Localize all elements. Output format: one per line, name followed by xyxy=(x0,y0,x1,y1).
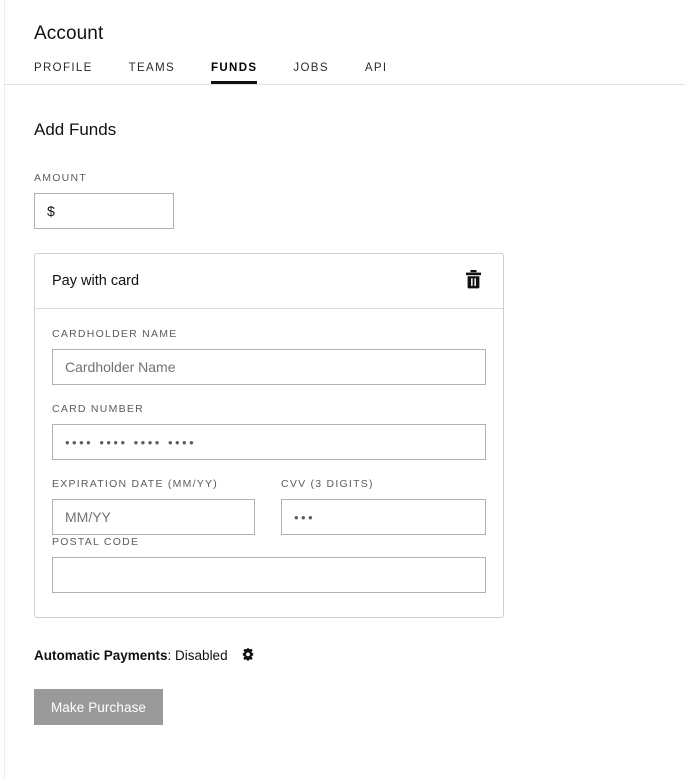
tab-api[interactable]: API xyxy=(365,62,388,84)
card-number-input[interactable]: •••• •••• •••• •••• xyxy=(52,424,486,460)
expiration-cvv-row: EXPIRATION DATE (MM/YY) MM/YY CVV (3 DIG… xyxy=(52,477,486,535)
cvv-group: CVV (3 DIGITS) ••• xyxy=(281,477,486,535)
automatic-payments-settings-button[interactable] xyxy=(238,645,258,665)
account-page: Account PROFILE TEAMS FUNDS JOBS API Add… xyxy=(5,0,685,779)
cardholder-name-placeholder: Cardholder Name xyxy=(65,359,176,375)
tab-profile[interactable]: PROFILE xyxy=(34,62,93,84)
expiration-date-placeholder: MM/YY xyxy=(65,509,111,525)
cardholder-name-group: CARDHOLDER NAME Cardholder Name xyxy=(52,327,486,385)
automatic-payments-label: Automatic Payments xyxy=(34,647,168,663)
cvv-input[interactable]: ••• xyxy=(281,499,486,535)
cvv-label: CVV (3 DIGITS) xyxy=(281,478,374,490)
card-number-placeholder: •••• •••• •••• •••• xyxy=(65,434,197,450)
page-title: Account xyxy=(34,23,104,44)
pay-with-card-body: CARDHOLDER NAME Cardholder Name CARD NUM… xyxy=(35,309,503,617)
cardholder-name-input[interactable]: Cardholder Name xyxy=(52,349,486,385)
trash-icon xyxy=(465,270,482,292)
postal-code-group: POSTAL CODE xyxy=(52,535,486,593)
tab-profile-label: PROFILE xyxy=(34,62,93,74)
section-title-add-funds: Add Funds xyxy=(34,120,117,139)
cvv-placeholder: ••• xyxy=(294,509,316,525)
automatic-payments-row: Automatic Payments : Disabled xyxy=(34,645,685,665)
make-purchase-button[interactable]: Make Purchase xyxy=(34,689,163,725)
tab-teams-label: TEAMS xyxy=(128,62,176,74)
pay-with-card-title: Pay with card xyxy=(52,273,140,289)
tab-bar-divider xyxy=(5,84,685,85)
expiration-date-input[interactable]: MM/YY xyxy=(52,499,255,535)
expiration-date-label: EXPIRATION DATE (MM/YY) xyxy=(52,478,219,490)
make-purchase-label: Make Purchase xyxy=(50,699,147,715)
pay-with-card-header: Pay with card xyxy=(35,254,503,309)
pay-with-card-panel: Pay with card CARDHOLDER NAME Cardholder… xyxy=(34,253,504,618)
gear-icon xyxy=(240,646,256,665)
postal-code-input[interactable] xyxy=(52,557,486,593)
amount-input[interactable]: $ xyxy=(34,193,174,229)
delete-card-button[interactable] xyxy=(460,268,486,294)
card-number-label: CARD NUMBER xyxy=(52,403,144,415)
amount-label: AMOUNT xyxy=(34,172,87,184)
tab-funds-label: FUNDS xyxy=(211,62,258,74)
cardholder-name-label: CARDHOLDER NAME xyxy=(52,328,178,340)
automatic-payments-status: : Disabled xyxy=(167,647,228,663)
postal-code-label: POSTAL CODE xyxy=(52,536,140,548)
card-number-group: CARD NUMBER •••• •••• •••• •••• xyxy=(52,402,486,460)
tab-teams[interactable]: TEAMS xyxy=(129,62,175,84)
page-header: Account PROFILE TEAMS FUNDS JOBS API xyxy=(5,0,685,84)
tab-jobs[interactable]: JOBS xyxy=(293,62,328,84)
expiration-date-group: EXPIRATION DATE (MM/YY) MM/YY xyxy=(52,477,255,535)
tab-funds[interactable]: FUNDS xyxy=(211,62,258,84)
funds-content: Add Funds AMOUNT $ Pay with card CARDHOL… xyxy=(5,119,685,725)
tab-bar: PROFILE TEAMS FUNDS JOBS API xyxy=(34,62,685,84)
currency-symbol: $ xyxy=(47,203,55,219)
tab-jobs-label: JOBS xyxy=(293,62,329,74)
tab-api-label: API xyxy=(364,62,388,74)
